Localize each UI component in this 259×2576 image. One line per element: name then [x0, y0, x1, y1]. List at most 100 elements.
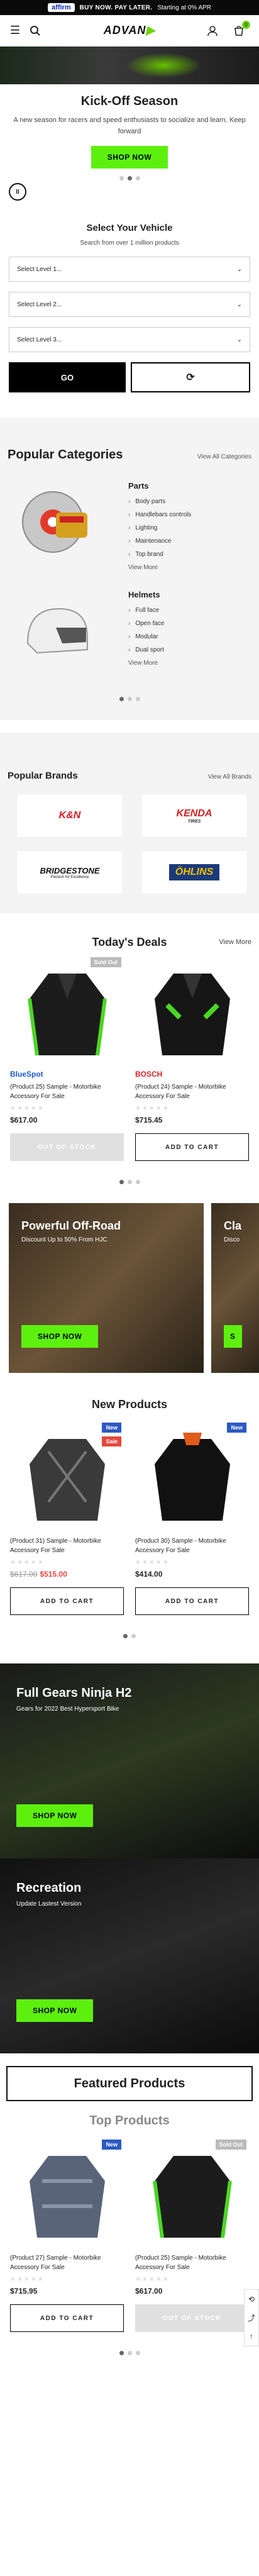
add-to-cart-button[interactable]: ADD TO CART — [135, 1587, 249, 1616]
hero-dot-3[interactable] — [135, 176, 140, 181]
add-to-cart-button[interactable]: ADD TO CART — [10, 2304, 124, 2333]
chevron-down-icon: ⌄ — [236, 336, 242, 343]
product-image[interactable]: Sold Out — [10, 956, 124, 1067]
view-all-brands-link[interactable]: View All Brands — [208, 774, 251, 780]
back-to-top-icon[interactable]: ↑ — [250, 2332, 253, 2341]
pagination-dot[interactable] — [119, 697, 124, 702]
recreation-banner[interactable]: Recreation Update Lastest Version SHOP N… — [0, 1858, 259, 2054]
subcategory-link[interactable]: Lighting — [128, 525, 250, 531]
product-card[interactable]: New (Product 30) Sample - Motorbike Acce… — [135, 1421, 249, 1616]
hero-dot-2[interactable] — [127, 176, 132, 181]
product-name[interactable]: (Product 25) Sample - Motorbike Accessor… — [135, 2253, 249, 2272]
hero-shop-now-button[interactable]: SHOP NOW — [91, 146, 168, 169]
go-button[interactable]: GO — [9, 362, 126, 393]
product-name[interactable]: (Product 24) Sample - Motorbike Accessor… — [135, 1082, 249, 1101]
product-name[interactable]: (Product 25) Sample - Motorbike Accessor… — [10, 1082, 124, 1101]
view-all-categories-link[interactable]: View All Categories — [197, 453, 251, 460]
pagination-dot[interactable] — [135, 2351, 140, 2356]
helmet-image[interactable] — [9, 590, 103, 672]
pagination-dot[interactable] — [127, 2351, 132, 2356]
brand-logo-text: KENDA — [176, 808, 212, 819]
product-image[interactable]: New Sale — [10, 1421, 124, 1532]
add-to-cart-button[interactable]: ADD TO CART — [10, 1587, 124, 1616]
banner-subtitle: Disco — [224, 1236, 240, 1244]
reset-button[interactable]: ⟳ — [131, 362, 250, 393]
account-icon[interactable] — [205, 23, 220, 38]
promo-text: BUY NOW. PAY LATER. — [79, 4, 153, 11]
level-1-select[interactable]: Select Level 1... ⌄ — [9, 257, 250, 282]
category-name[interactable]: Helmets — [128, 590, 250, 599]
pause-icon[interactable]: II — [9, 183, 26, 201]
banner-shop-now-button[interactable]: SHOP NOW — [21, 1325, 99, 1348]
add-to-cart-button[interactable]: ADD TO CART — [135, 1133, 249, 1162]
out-of-stock-button[interactable]: OUT OF STOCK — [135, 2304, 249, 2333]
product-image[interactable]: New — [135, 1421, 249, 1532]
banner-shop-now-button[interactable]: SHOP NOW — [16, 1999, 94, 2023]
featured-products-heading[interactable]: Featured Products — [6, 2066, 253, 2102]
search-icon[interactable] — [28, 23, 43, 38]
pagination-dot[interactable] — [135, 1180, 140, 1185]
new-badge: New — [102, 1423, 121, 1433]
pagination-dot[interactable] — [127, 697, 132, 702]
brake-disc-image[interactable] — [9, 481, 103, 563]
product-image[interactable]: Sold Out — [135, 2138, 249, 2249]
product-card[interactable]: Sold Out BlueSpot (Product 25) Sample - … — [10, 956, 124, 1162]
banner-subtitle: Discount Up to 50% From HJC — [21, 1236, 107, 1244]
history-icon[interactable]: ⟲ — [248, 2295, 255, 2304]
out-of-stock-button[interactable]: OUT OF STOCK — [10, 1133, 124, 1162]
level-2-select[interactable]: Select Level 2... ⌄ — [9, 292, 250, 318]
site-logo[interactable]: ADVAN▶ — [104, 24, 156, 37]
product-image[interactable] — [135, 956, 249, 1067]
hero-dot-1[interactable] — [119, 176, 124, 181]
banner-shop-now-button[interactable]: SHOP NOW — [16, 1804, 94, 1828]
product-card[interactable]: BOSCH (Product 24) Sample - Motorbike Ac… — [135, 956, 249, 1162]
promo-banner[interactable]: Powerful Off-Road Discount Up to 50% Fro… — [9, 1203, 204, 1374]
level-3-label: Select Level 3... — [17, 336, 62, 343]
product-name[interactable]: (Product 30) Sample - Motorbike Accessor… — [135, 1536, 249, 1555]
view-more-link[interactable]: View More — [219, 938, 251, 946]
level-3-select[interactable]: Select Level 3... ⌄ — [9, 327, 250, 353]
pagination-dot[interactable] — [123, 1634, 128, 1639]
promo-bar[interactable]: affirm BUY NOW. PAY LATER. Starting at 0… — [0, 0, 259, 15]
level-2-label: Select Level 2... — [17, 301, 62, 308]
brand-logo-kn[interactable]: K&N — [16, 794, 123, 838]
product-card[interactable]: New Sale (Product 31) Sample - Motorbike… — [10, 1421, 124, 1616]
product-card[interactable]: Sold Out (Product 25) Sample - Motorbike… — [135, 2138, 249, 2333]
pagination-dot[interactable] — [119, 1180, 124, 1185]
category-name[interactable]: Parts — [128, 481, 250, 491]
subcategory-link[interactable]: Dual sport — [128, 647, 250, 653]
cart-icon[interactable]: 0 — [231, 20, 250, 38]
promo-banner[interactable]: Cla Disco S — [211, 1203, 259, 1374]
product-card[interactable]: New (Product 27) Sample - Motorbike Acce… — [10, 2138, 124, 2333]
promo-banner-carousel: Powerful Off-Road Discount Up to 50% Fro… — [0, 1203, 259, 1374]
subcategory-link[interactable]: Open face — [128, 620, 250, 627]
brand-logo-kenda[interactable]: KENDA TIRES — [141, 794, 248, 838]
ninja-h2-banner[interactable]: Full Gears Ninja H2 Gears for 2022 Best … — [0, 1663, 259, 1859]
site-header: ☰ ADVAN▶ 0 — [0, 15, 259, 47]
pagination-dot[interactable] — [131, 1634, 136, 1639]
brand-logo-bridgestone[interactable]: BRIDGESTONE Passion for Excellence — [16, 850, 123, 895]
subcategory-link[interactable]: Handlebars controls — [128, 511, 250, 518]
brand-logo-text: ÖHLINS — [168, 864, 220, 881]
pagination-dot[interactable] — [119, 2351, 124, 2356]
product-image[interactable]: New — [10, 2138, 124, 2249]
product-price: $414.00 — [135, 1570, 163, 1579]
pagination-dot[interactable] — [127, 1180, 132, 1185]
brand-logo-ohlins[interactable]: ÖHLINS — [141, 850, 248, 895]
banner-shop-now-button[interactable]: S — [224, 1325, 242, 1348]
menu-icon[interactable]: ☰ — [8, 23, 23, 38]
view-more-link[interactable]: View More — [128, 660, 250, 667]
subcategory-link[interactable]: Full face — [128, 607, 250, 614]
subcategory-link[interactable]: Maintenance — [128, 538, 250, 545]
pagination-dot[interactable] — [135, 697, 140, 702]
deals-pagination — [0, 1180, 259, 1185]
subcategory-link[interactable]: Modular — [128, 633, 250, 640]
subcategory-link[interactable]: Body parts — [128, 498, 250, 505]
promo-subtext: Starting at 0% APR — [157, 4, 211, 11]
category-card-parts: Parts Body parts Handlebars controls Lig… — [0, 462, 259, 571]
product-name[interactable]: (Product 27) Sample - Motorbike Accessor… — [10, 2253, 124, 2272]
share-icon[interactable]: ⤴ — [248, 2312, 255, 2323]
product-name[interactable]: (Product 31) Sample - Motorbike Accessor… — [10, 1536, 124, 1555]
subcategory-link[interactable]: Top brand — [128, 551, 250, 558]
view-more-link[interactable]: View More — [128, 564, 250, 571]
